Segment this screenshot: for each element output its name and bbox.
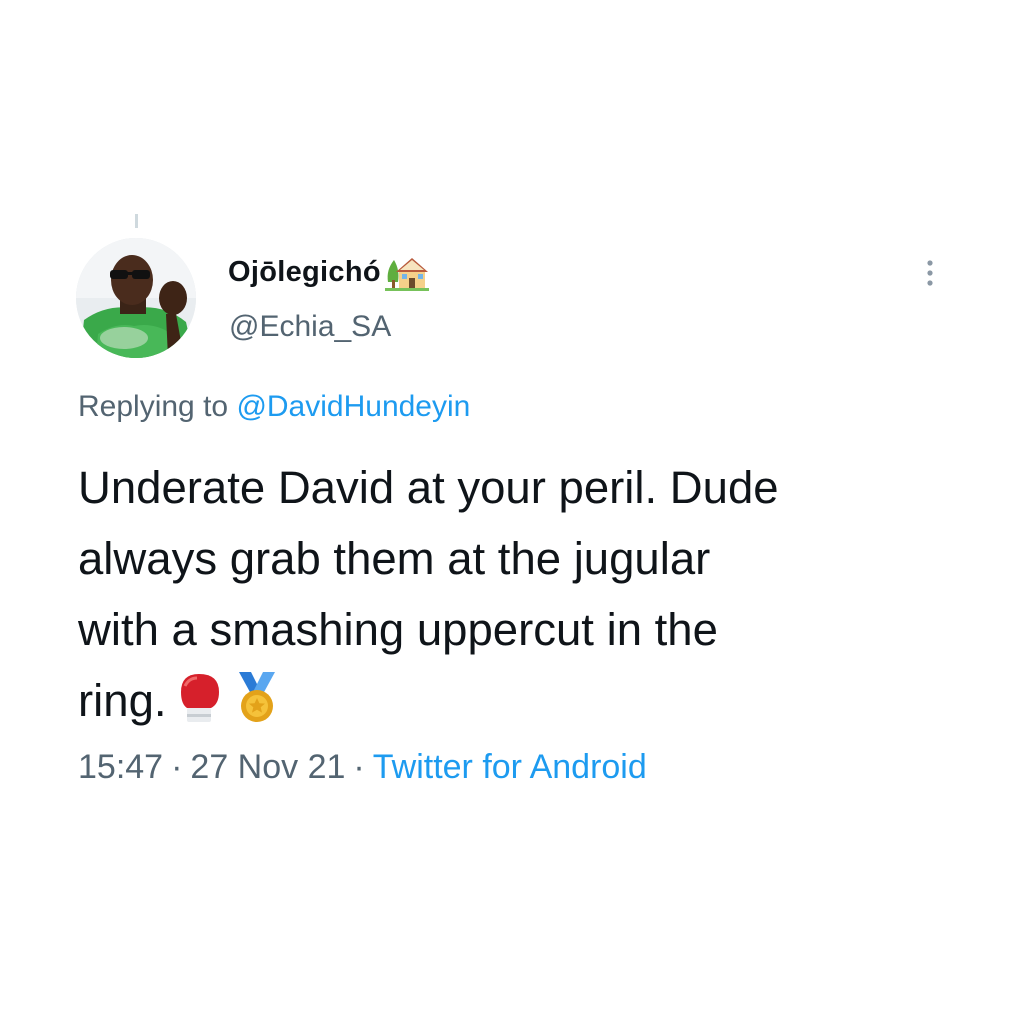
thread-connector-line bbox=[135, 214, 138, 228]
tweet-text-line: always grab them at the jugular bbox=[78, 533, 711, 584]
replying-to-prefix: Replying to bbox=[78, 390, 229, 423]
tweet-text-line: Underate David at your peril. Dude bbox=[78, 462, 779, 513]
tweet-source-link[interactable]: Twitter for Android bbox=[373, 748, 647, 786]
sports-medal-icon bbox=[231, 670, 283, 726]
tweet-page: Ojōlegichó @Echia_SA Replying to @DavidH… bbox=[0, 0, 1024, 1024]
replying-to-line: Replying to @DavidHundeyin bbox=[78, 390, 470, 424]
author-handle[interactable]: @Echia_SA bbox=[229, 310, 391, 344]
tweet-text-line: with a smashing uppercut in the bbox=[78, 604, 718, 655]
avatar-image bbox=[76, 238, 196, 358]
boxing-glove-icon bbox=[173, 670, 225, 726]
tweet-meta: 15:47 · 27 Nov 21 · Twitter for Android bbox=[78, 748, 647, 787]
avatar[interactable] bbox=[76, 238, 196, 358]
more-options-button[interactable] bbox=[918, 254, 942, 294]
meta-separator: · bbox=[353, 748, 365, 786]
meta-separator: · bbox=[171, 748, 183, 786]
tweet-date[interactable]: 27 Nov 21 bbox=[190, 748, 345, 786]
tweet-time[interactable]: 15:47 bbox=[78, 748, 163, 786]
house-with-garden-icon bbox=[384, 252, 429, 292]
author-name-row[interactable]: Ojōlegichó bbox=[228, 252, 429, 292]
reply-mention-link[interactable]: @DavidHundeyin bbox=[236, 390, 470, 423]
tweet-text-line: ring. bbox=[78, 675, 167, 726]
author-display-name[interactable]: Ojōlegichó bbox=[228, 256, 381, 289]
tweet-text: Underate David at your peril. Dude alway… bbox=[78, 452, 958, 736]
tweet-text-line-last: ring. bbox=[78, 665, 958, 736]
more-options-icon bbox=[927, 260, 933, 286]
